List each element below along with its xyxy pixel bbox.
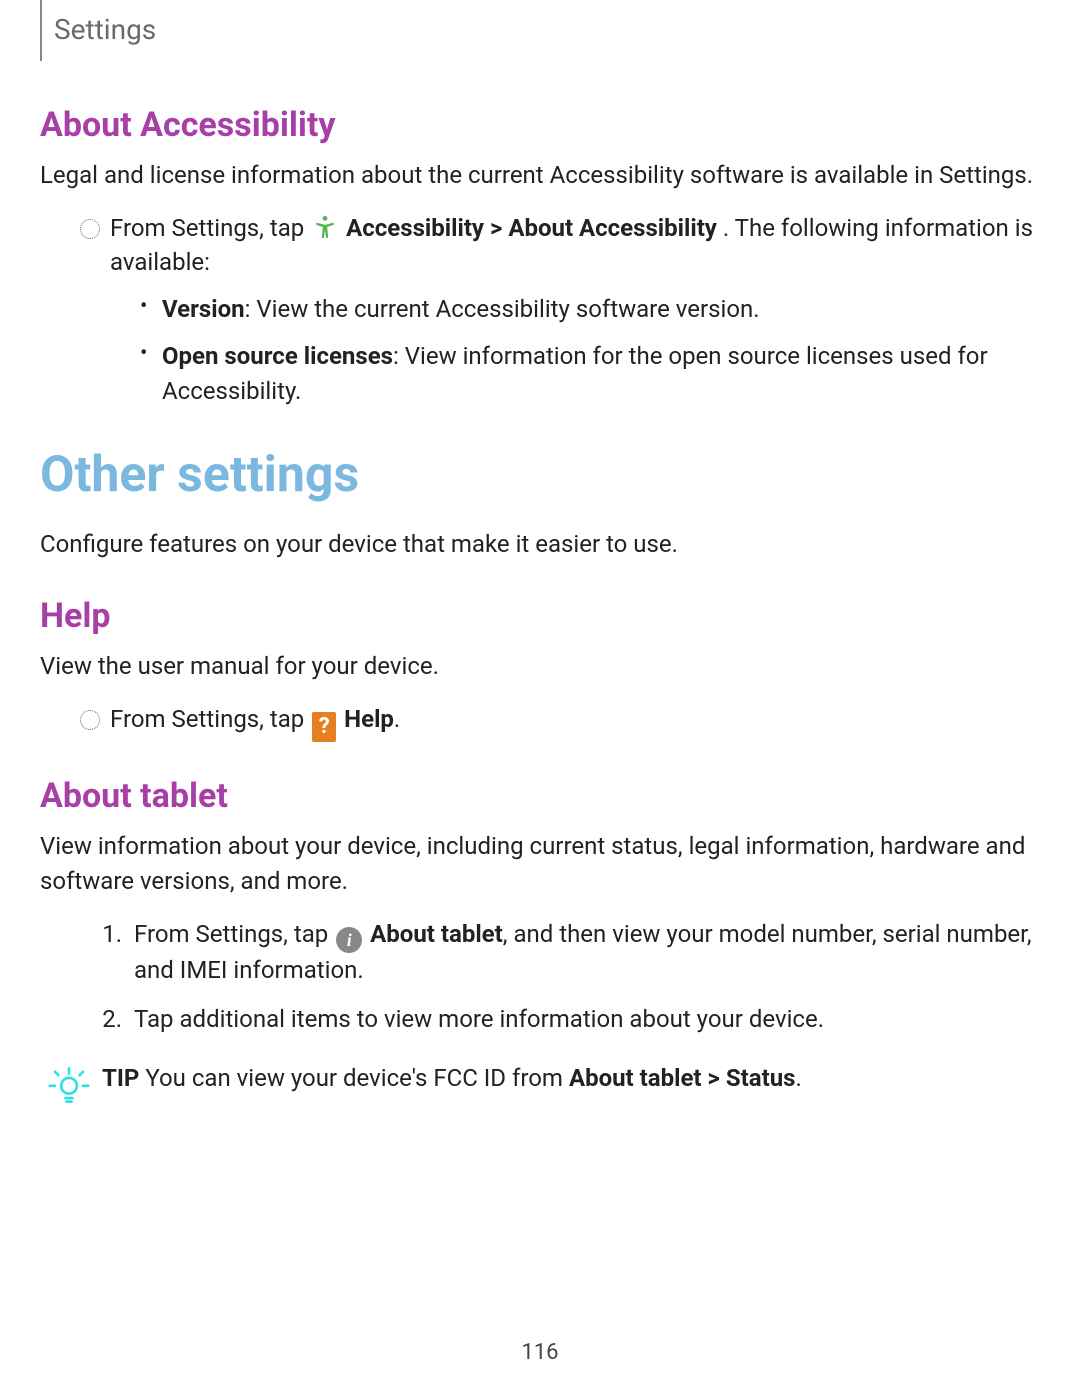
radio-bullet-icon (80, 219, 100, 239)
tip-bold-path: About tablet > Status (569, 1064, 796, 1092)
heading-about-accessibility: About Accessibility (40, 101, 1040, 150)
step-body: From Settings, tap Accessibility > About… (110, 211, 1040, 281)
step-suffix: . (394, 705, 400, 733)
radio-bullet-icon (80, 710, 100, 730)
list-item: Tap additional items to view more inform… (128, 1002, 1040, 1037)
step-bold-path: Accessibility > About Accessibility (346, 214, 717, 242)
heading-other-settings: Other settings (40, 439, 1040, 512)
item-desc: : View the current Accessibility softwar… (245, 295, 760, 323)
header-title: Settings (54, 13, 156, 46)
step-body: From Settings, tap ? Help. (110, 702, 1040, 742)
list-item: From Settings, tap i About tablet, and t… (128, 917, 1040, 988)
item-label: Version (162, 295, 245, 323)
tip-suffix: . (795, 1064, 801, 1092)
tip-prefix: You can view your device's FCC ID from (139, 1064, 569, 1092)
list-item: Open source licenses: View information f… (140, 339, 1040, 409)
about-accessibility-list: Version: View the current Accessibility … (140, 292, 1040, 408)
other-settings-intro: Configure features on your device that m… (40, 527, 1040, 562)
step-prefix: From Settings, tap (110, 214, 310, 242)
heading-help: Help (40, 592, 1040, 641)
step-bold: About tablet (370, 920, 503, 948)
accessibility-icon (312, 214, 338, 240)
about-accessibility-step: From Settings, tap Accessibility > About… (80, 211, 1040, 281)
step-prefix: From Settings, tap (134, 920, 334, 948)
about-accessibility-intro: Legal and license information about the … (40, 158, 1040, 193)
tip-row: TIP You can view your device's FCC ID fr… (48, 1061, 1040, 1115)
help-step: From Settings, tap ? Help. (80, 702, 1040, 742)
item-label: Open source licenses (162, 342, 393, 370)
step-bold: Help (344, 705, 394, 733)
tip-body: TIP You can view your device's FCC ID fr… (102, 1061, 1040, 1096)
list-item: Version: View the current Accessibility … (140, 292, 1040, 327)
about-tablet-intro: View information about your device, incl… (40, 829, 1040, 899)
about-tablet-steps: From Settings, tap i About tablet, and t… (102, 917, 1040, 1037)
page-header: Settings (40, 0, 1040, 61)
heading-about-tablet: About tablet (40, 772, 1040, 821)
help-icon: ? (312, 712, 336, 742)
info-icon: i (336, 927, 362, 953)
page-number: 116 (0, 1337, 1080, 1369)
help-intro: View the user manual for your device. (40, 649, 1040, 684)
step-prefix: Tap additional items to view more inform… (134, 1005, 824, 1033)
step-prefix: From Settings, tap (110, 705, 310, 733)
tip-lightbulb-icon (48, 1063, 90, 1115)
tip-label: TIP (102, 1064, 139, 1092)
